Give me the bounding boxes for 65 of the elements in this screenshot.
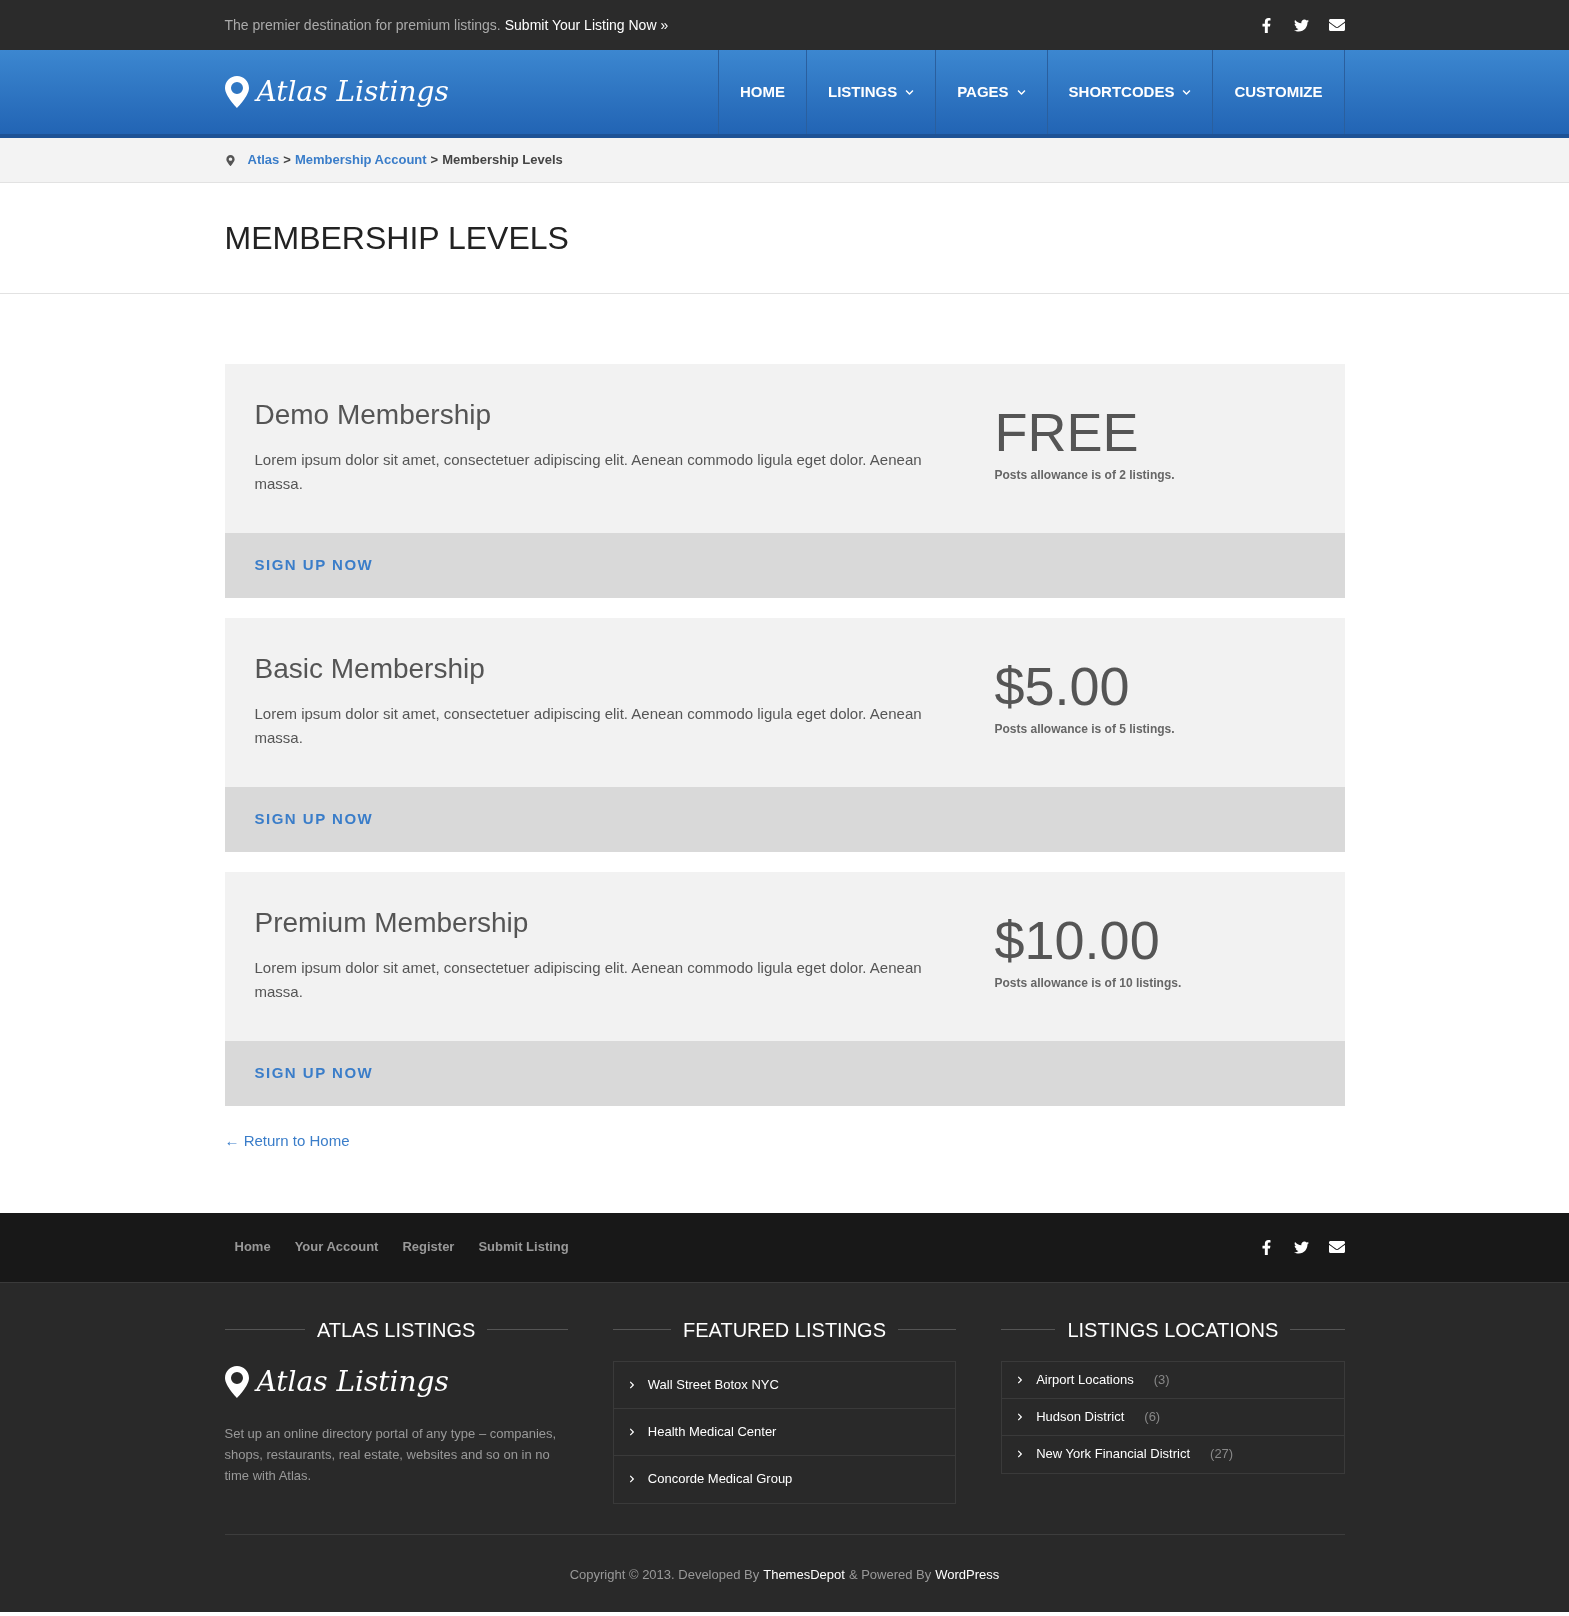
developer-link[interactable]: ThemesDepot [763,1564,845,1584]
nav-item[interactable]: PAGES [936,50,1048,134]
chevron-icon [905,87,915,97]
featured-listing-item[interactable]: Concorde Medical Group [613,1455,956,1503]
location-count: (6) [1144,1407,1161,1426]
breadcrumb-separator: > [283,151,291,170]
page-title: MEMBERSHIP LEVELS [224,219,570,258]
location-link[interactable]: Hudson District [1016,1406,1125,1427]
map-pin-icon [224,154,236,166]
return-home-link[interactable]: ← Return to Home [224,1130,350,1153]
membership-description: Lorem ipsum dolor sit amet, consectetuer adipiscing elit. Aenean commodo ligula eget dolor. Aenean massa. [254,958,923,1002]
featured-listing-item[interactable]: Health Medical Center [613,1408,956,1456]
location-count: (27) [1210,1445,1234,1464]
platform-link[interactable]: WordPress [935,1564,1000,1584]
nav-item[interactable]: LISTINGS [807,50,937,134]
footer-nav-link[interactable]: Register [402,1237,455,1257]
breadcrumb-link[interactable]: Atlas [247,150,280,170]
email-icon[interactable] [1328,17,1345,33]
membership-name: Premium Membership [254,906,530,940]
nav-item[interactable]: SHORTCODES [1047,50,1214,134]
copyright-text: Copyright © 2013. Developed By [569,1565,760,1584]
footer-nav-link[interactable]: Home [234,1237,271,1257]
breadcrumb-current: Membership Levels [442,151,563,170]
nav-item[interactable]: HOME [719,50,807,134]
allowance-text: Posts allowance is of 5 listings. [994,721,1175,738]
membership-name: Demo Membership [254,398,493,432]
featured-listing-item[interactable]: Wall Street Botox NYC [613,1361,956,1409]
twitter-icon[interactable] [1293,17,1309,33]
location-link[interactable]: Airport Locations [1016,1369,1134,1390]
chevron-icon [1016,1375,1025,1384]
copyright-text: & Powered By [848,1565,932,1584]
chevron-icon [1016,1412,1025,1421]
email-icon[interactable] [1328,1239,1345,1255]
membership-description: Lorem ipsum dolor sit amet, consectetuer adipiscing elit. Aenean commodo ligula eget dolor. Aenean massa. [254,704,923,748]
map-pin-icon [224,76,249,108]
breadcrumb-link[interactable]: Membership Account [294,150,427,170]
widget-title: ATLAS LISTINGS [316,1317,476,1343]
tagline: The premier destination for premium listings. [224,15,501,35]
nav-item[interactable]: CUSTOMIZE [1213,50,1345,134]
location-link[interactable]: New York Financial District [1016,1444,1191,1464]
chevron-icon [627,1475,636,1483]
allowance-text: Posts allowance is of 10 listings. [994,975,1182,992]
widget-title: LISTINGS LOCATIONS [1067,1317,1279,1343]
chevron-icon [627,1380,636,1389]
footer-nav-link[interactable]: Your Account [294,1237,379,1257]
price: $10.00 [994,910,1161,970]
price: $5.00 [994,656,1131,716]
chevron-icon [1016,1450,1025,1458]
membership-name: Basic Membership [254,652,486,686]
submit-listing-link[interactable]: Submit Your Listing Now » [504,14,669,36]
membership-description: Lorem ipsum dolor sit amet, consectetuer adipiscing elit. Aenean commodo ligula eget dolor. Aenean massa. [254,450,923,494]
about-text: Set up an online directory portal of any type – companies, shops, restaurants, real estate, websites and so on in no time with Atlas. [224,1424,558,1485]
location-count: (3) [1153,1370,1170,1389]
price: FREE [994,402,1140,462]
chevron-icon [627,1427,636,1436]
breadcrumb-separator: > [430,151,439,170]
chevron-icon [1016,87,1026,97]
footer-nav-link[interactable]: Submit Listing [478,1237,569,1257]
twitter-icon[interactable] [1293,1239,1309,1255]
widget-title: FEATURED LISTINGS [683,1317,886,1343]
chevron-icon [1182,87,1192,97]
footer-logo: Atlas Listings [256,1363,449,1400]
map-pin-icon [224,1365,249,1398]
site-logo[interactable]: Atlas Listings [256,71,449,113]
allowance-text: Posts allowance is of 2 listings. [994,467,1175,484]
